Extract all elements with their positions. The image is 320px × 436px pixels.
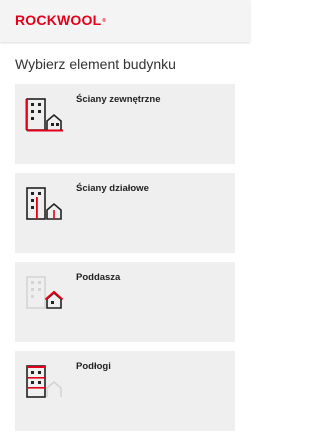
app-header: ROCKWOOL® (0, 0, 250, 42)
card-label: Poddasza (76, 272, 121, 283)
logo-text: ROCKWOOL (15, 12, 102, 28)
logo-registered-mark: ® (102, 18, 107, 24)
card-label: Ściany zewnętrzne (76, 94, 161, 105)
card-label: Ściany działowe (76, 183, 149, 194)
partition-walls-icon (26, 187, 62, 220)
page-title: Wybierz element budynku (15, 56, 176, 72)
building-element-card-attic[interactable]: Poddasza (15, 262, 235, 342)
floors-icon (26, 365, 62, 398)
rockwool-logo[interactable]: ROCKWOOL® (15, 12, 106, 28)
building-element-card-external-walls[interactable]: Ściany zewnętrzne (15, 84, 235, 164)
building-element-card-partition-walls[interactable]: Ściany działowe (15, 173, 235, 253)
external-walls-icon (25, 98, 63, 132)
attic-icon (26, 276, 63, 309)
building-element-card-floors[interactable]: Podłogi (15, 351, 235, 431)
card-label: Podłogi (76, 361, 111, 372)
